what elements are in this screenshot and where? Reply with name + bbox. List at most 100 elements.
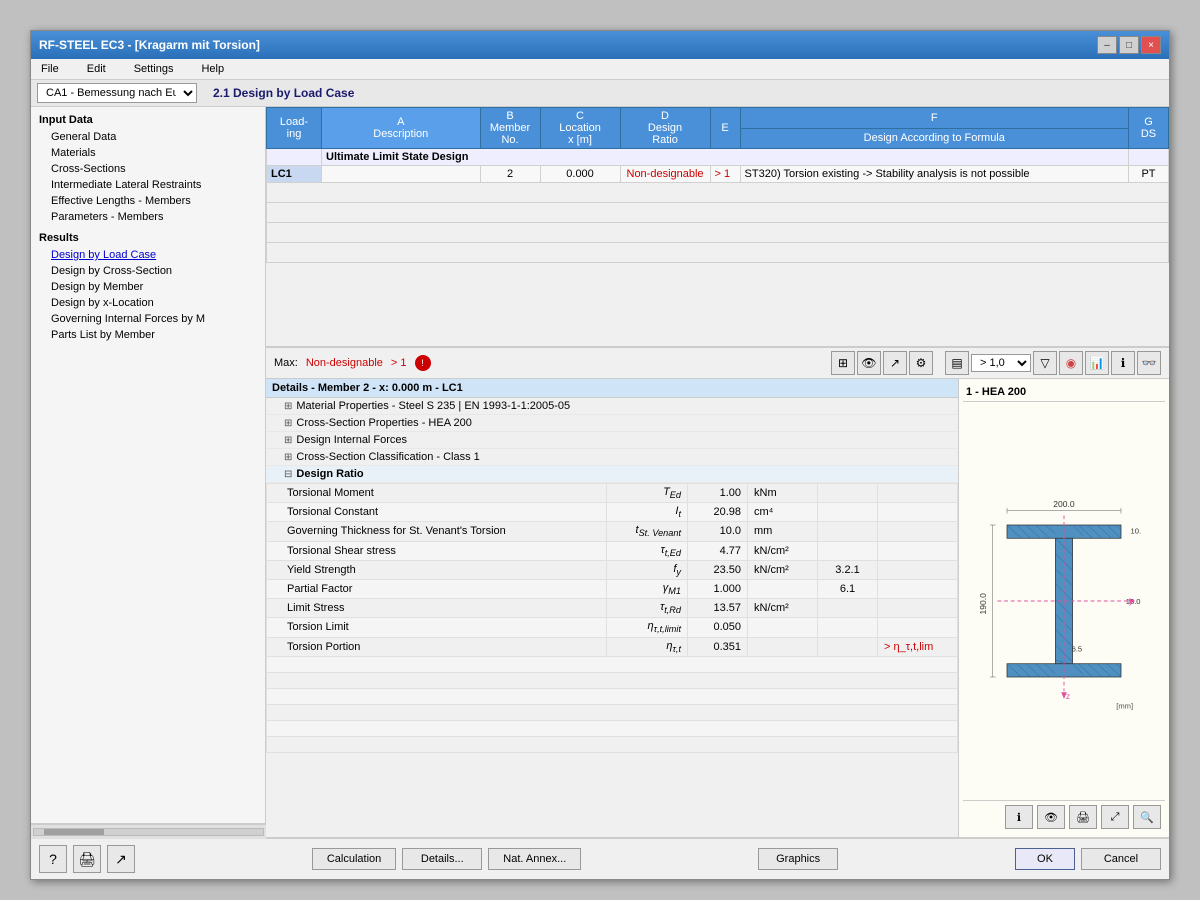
info-icon-btn[interactable]: ℹ (1111, 351, 1135, 375)
col-loading-header: Load- (271, 116, 317, 128)
prop-name-yield: Yield Strength (267, 560, 607, 579)
cs-footer: ℹ 👁 🖨 ⤢ 🔍 (963, 800, 1165, 833)
layout-icon-btn[interactable]: ▤ (945, 351, 969, 375)
expand-icon-design: ⊟ (284, 469, 292, 480)
export-icon-btn[interactable]: ↗ (883, 351, 907, 375)
ok-button[interactable]: OK (1015, 848, 1075, 870)
results-section: Results (31, 229, 265, 247)
cancel-button[interactable]: Cancel (1081, 848, 1161, 870)
menu-help[interactable]: Help (195, 61, 230, 77)
prop-row-torsional-moment: Torsional Moment TEd 1.00 kNm (267, 484, 958, 503)
prop-value-torsion-portion: 0.351 (688, 637, 748, 656)
ratio-dropdown[interactable]: > 1,0 (971, 354, 1031, 372)
expand-icon-forces: ⊞ (284, 435, 292, 446)
graphics-button[interactable]: Graphics (758, 848, 838, 870)
col-a-header: A Description (322, 108, 481, 149)
prop-unit-it: cm⁴ (748, 503, 818, 522)
chart-icon-btn[interactable]: 📊 (1085, 351, 1109, 375)
eye-icon-btn[interactable]: 👓 (1137, 351, 1161, 375)
sidebar-item-parts-list[interactable]: Parts List by Member (31, 327, 265, 343)
design-internal-forces-section[interactable]: ⊞ Design Internal Forces (266, 432, 958, 449)
sidebar-item-design-by-load-case[interactable]: Design by Load Case (31, 247, 265, 263)
sidebar-item-general[interactable]: General Data (31, 129, 265, 145)
properties-table: Torsional Moment TEd 1.00 kNm Torsional … (266, 483, 958, 753)
cross-section-properties-label: Cross-Section Properties - HEA 200 (296, 417, 471, 429)
cs-zoom-btn[interactable]: 🔍 (1133, 805, 1161, 829)
prop-value-torsion-limit: 0.050 (688, 618, 748, 637)
view-icon-btn[interactable]: 👁 (857, 351, 881, 375)
settings-icon-btn[interactable]: ⚙ (909, 351, 933, 375)
table-icon-btn[interactable]: ⊞ (831, 351, 855, 375)
prop-extra-it (878, 503, 958, 522)
svg-text:200.0: 200.0 (1053, 499, 1075, 509)
minimize-button[interactable]: – (1097, 36, 1117, 54)
sidebar-item-effective-lengths[interactable]: Effective Lengths - Members (31, 193, 265, 209)
prop-row-partial: Partial Factor γM1 1.000 6.1 (267, 579, 958, 598)
prop-row-torsion-limit: Torsion Limit ητ,t,limit 0.050 (267, 618, 958, 637)
prop-ref-limit (818, 599, 878, 618)
help-icon-btn[interactable]: ? (39, 845, 67, 873)
sidebar-item-cross-sections[interactable]: Cross-Sections (31, 161, 265, 177)
exceeds-status: > 1 (391, 357, 407, 369)
toolbar-row: CA1 - Bemessung nach Eurococ 2.1 Design … (31, 80, 1169, 107)
uls-row: Ultimate Limit State Design (267, 149, 1169, 166)
prop-row-torsional-constant: Torsional Constant It 20.98 cm⁴ (267, 503, 958, 522)
prop-name-shear: Torsional Shear stress (267, 541, 607, 560)
uls-label: Ultimate Limit State Design (322, 149, 1129, 166)
sidebar-item-governing-forces[interactable]: Governing Internal Forces by M (31, 311, 265, 327)
input-data-section: Input Data (31, 111, 265, 129)
design-ratio-label: Design Ratio (296, 468, 363, 480)
prop-unit-partial (748, 579, 818, 598)
sidebar-item-materials[interactable]: Materials (31, 145, 265, 161)
cs-print-btn[interactable]: 🖨 (1069, 805, 1097, 829)
title-bar: RF-STEEL EC3 - [Kragarm mit Torsion] – □… (31, 31, 1169, 59)
sidebar-item-design-by-cross[interactable]: Design by Cross-Section (31, 263, 265, 279)
design-ratio-section[interactable]: ⊟ Design Ratio (266, 466, 958, 483)
sidebar-item-parameters[interactable]: Parameters - Members (31, 209, 265, 225)
sidebar-item-design-by-x[interactable]: Design by x-Location (31, 295, 265, 311)
calculation-button[interactable]: Calculation (312, 848, 396, 870)
menu-file[interactable]: File (35, 61, 65, 77)
export-icon-btn-bottom[interactable]: ↗ (107, 845, 135, 873)
menu-settings[interactable]: Settings (128, 61, 180, 77)
expand-icon-cross: ⊞ (284, 418, 292, 429)
cross-section-properties-section[interactable]: ⊞ Cross-Section Properties - HEA 200 (266, 415, 958, 432)
prop-ref-thickness (818, 522, 878, 541)
expand-icon-material: ⊞ (284, 401, 292, 412)
material-properties-section[interactable]: ⊞ Material Properties - Steel S 235 | EN… (266, 398, 958, 415)
details-pane: Details - Member 2 - x: 0.000 m - LC1 ⊞ … (266, 379, 1169, 837)
prop-unit-shear: kN/cm² (748, 541, 818, 560)
prop-name-torsional-moment: Torsional Moment (267, 484, 607, 503)
filter-icon-btn[interactable]: ▽ (1033, 351, 1057, 375)
nat-annex-button[interactable]: Nat. Annex... (488, 848, 581, 870)
prop-symbol-limit: τt,Rd (607, 599, 688, 618)
prop-unit-yield: kN/cm² (748, 560, 818, 579)
cs-info-btn[interactable]: ℹ (1005, 805, 1033, 829)
details-button[interactable]: Details... (402, 848, 482, 870)
col-e-header: E (710, 108, 740, 149)
main-h-scrollbar[interactable] (31, 824, 266, 838)
sidebar-item-lateral-restraints[interactable]: Intermediate Lateral Restraints (31, 177, 265, 193)
hea-section-svg: 200.0 190.0 (969, 486, 1159, 716)
details-left: Details - Member 2 - x: 0.000 m - LC1 ⊞ … (266, 379, 959, 837)
content-area: Load- ing A Description B MemberNo. (266, 107, 1169, 837)
sidebar-item-design-by-member[interactable]: Design by Member (31, 279, 265, 295)
case-selector[interactable]: CA1 - Bemessung nach Eurococ (37, 83, 197, 103)
svg-text:6.5: 6.5 (1072, 644, 1083, 653)
menu-edit[interactable]: Edit (81, 61, 112, 77)
color-icon-btn[interactable]: ◉ (1059, 351, 1083, 375)
cs-expand-btn[interactable]: ⤢ (1101, 805, 1129, 829)
cs-view-btn[interactable]: 👁 (1037, 805, 1065, 829)
print-icon-btn[interactable]: 🖨 (73, 845, 101, 873)
design-internal-forces-label: Design Internal Forces (296, 434, 407, 446)
max-value: Non-designable (306, 357, 383, 369)
cross-section-classification-section[interactable]: ⊞ Cross-Section Classification - Class 1 (266, 449, 958, 466)
prop-symbol-yield: fy (607, 560, 688, 579)
maximize-button[interactable]: □ (1119, 36, 1139, 54)
close-button[interactable]: × (1141, 36, 1161, 54)
main-content: Input Data General Data Materials Cross-… (31, 107, 1169, 837)
prop-name-limit-stress: Limit Stress (267, 599, 607, 618)
toolbar-icons: ⊞ 👁 ↗ ⚙ ▤ > 1,0 ▽ ◉ 📊 ℹ 👓 (831, 351, 1161, 375)
table-row[interactable]: LC1 2 0.000 Non-designable > 1 ST320) To… (267, 166, 1169, 183)
sidebar: Input Data General Data Materials Cross-… (31, 107, 266, 837)
